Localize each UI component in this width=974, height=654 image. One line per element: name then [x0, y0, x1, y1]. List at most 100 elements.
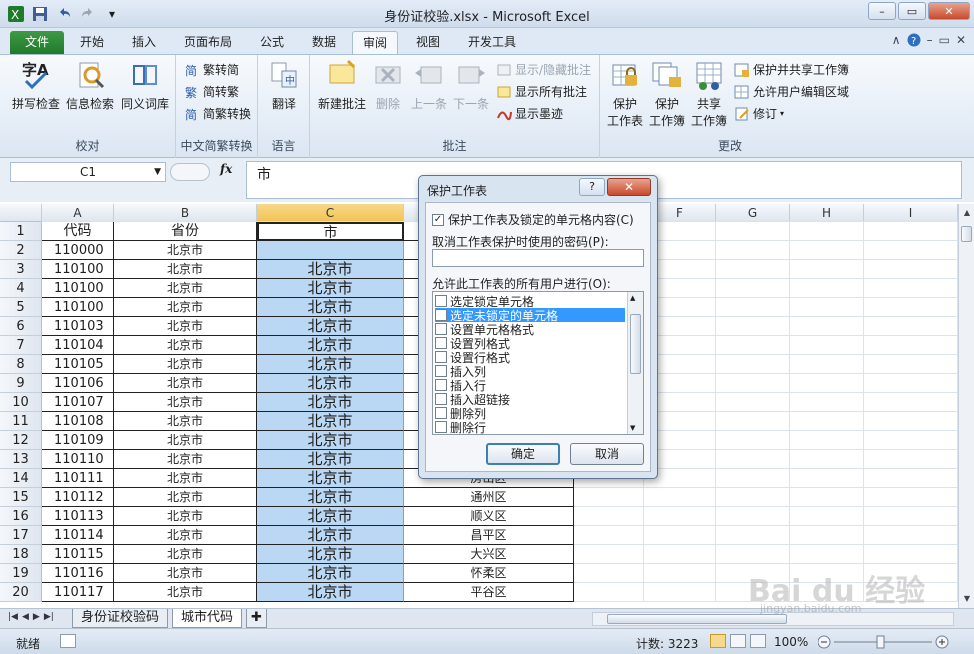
permission-checkbox[interactable] [435, 323, 447, 335]
formula-bar-resize-handle[interactable] [170, 163, 210, 181]
table-cell-code[interactable]: 110105 [42, 355, 114, 374]
table-cell-city[interactable]: 北京市 [257, 526, 404, 545]
table-cell-code[interactable]: 110100 [42, 279, 114, 298]
permission-checkbox[interactable] [435, 407, 447, 419]
protect-contents-checkbox-row[interactable]: ✓ 保护工作表及锁定的单元格内容(C) [432, 211, 634, 228]
doc-minimize-icon[interactable]: – [927, 33, 933, 50]
row-header[interactable]: 2 [0, 241, 42, 260]
table-cell-province[interactable]: 北京市 [114, 279, 257, 298]
table-cell-city[interactable] [257, 241, 404, 260]
macro-record-icon[interactable] [60, 634, 76, 648]
table-cell-province[interactable]: 北京市 [114, 336, 257, 355]
table-cell-code[interactable]: 110116 [42, 564, 114, 583]
row-header[interactable]: 14 [0, 469, 42, 488]
column-header-a[interactable]: A [42, 204, 114, 222]
delete-comment-button[interactable]: 删除 [370, 59, 406, 112]
tab-home[interactable]: 开始 [70, 31, 114, 54]
next-comment-button[interactable]: 下一条 [450, 59, 492, 112]
column-header-b[interactable]: B [114, 204, 257, 222]
minimize-button[interactable]: – [868, 2, 896, 20]
table-cell-code[interactable]: 110112 [42, 488, 114, 507]
table-cell-code[interactable]: 110104 [42, 336, 114, 355]
cancel-button[interactable]: 取消 [570, 443, 644, 465]
row-header[interactable]: 12 [0, 431, 42, 450]
table-cell-province[interactable]: 北京市 [114, 260, 257, 279]
thesaurus-button[interactable]: 同义词库 [118, 59, 172, 112]
tab-page-layout[interactable]: 页面布局 [174, 31, 242, 54]
horizontal-scroll-thumb[interactable] [607, 614, 787, 624]
password-input[interactable] [432, 249, 644, 267]
zoom-level[interactable]: 100% [774, 635, 808, 649]
row-header[interactable]: 19 [0, 564, 42, 583]
table-cell-city[interactable]: 北京市 [257, 507, 404, 526]
table-cell-city[interactable]: 北京市 [257, 374, 404, 393]
table-cell-city[interactable]: 北京市 [257, 564, 404, 583]
collapse-ribbon-icon[interactable]: ∧ [892, 33, 901, 50]
column-header-g[interactable]: G [716, 204, 790, 222]
traditional-to-simplified-button[interactable]: 简 繁转简 [184, 61, 239, 78]
table-cell-city[interactable]: 北京市 [257, 431, 404, 450]
help-icon[interactable]: ? [907, 33, 921, 50]
permissions-scroll-thumb[interactable] [630, 314, 641, 374]
table-cell-province[interactable]: 北京市 [114, 564, 257, 583]
table-cell-district[interactable]: 平谷区 [404, 583, 574, 602]
row-header[interactable]: 11 [0, 412, 42, 431]
table-cell-city[interactable]: 北京市 [257, 469, 404, 488]
protect-sheet-button[interactable]: 保护 工作表 [604, 59, 646, 129]
chinese-convert-button[interactable]: 简 简繁转换 [184, 105, 251, 122]
table-cell-district[interactable]: 大兴区 [404, 545, 574, 564]
dialog-help-button[interactable]: ? [579, 178, 605, 196]
table-cell-province[interactable]: 北京市 [114, 526, 257, 545]
dialog-close-button[interactable]: ✕ [607, 178, 651, 196]
tab-developer[interactable]: 开发工具 [458, 31, 526, 54]
page-break-view-icon[interactable] [750, 634, 766, 648]
vertical-scrollbar[interactable]: ▲ ▼ [958, 204, 974, 608]
show-all-comments-button[interactable]: 显示所有批注 [496, 83, 587, 100]
table-cell-code[interactable]: 110109 [42, 431, 114, 450]
page-layout-view-icon[interactable] [730, 634, 746, 648]
table-cell-province[interactable]: 北京市 [114, 583, 257, 602]
permission-checkbox[interactable] [435, 351, 447, 363]
row-header[interactable]: 20 [0, 583, 42, 602]
spell-check-button[interactable]: 字A 拼写检查 [10, 59, 62, 112]
table-cell-code[interactable]: 110113 [42, 507, 114, 526]
scroll-up-icon[interactable]: ▲ [960, 206, 974, 220]
table-cell-province[interactable]: 北京市 [114, 393, 257, 412]
header-cell-province[interactable]: 省份 [114, 222, 257, 241]
scroll-down-icon[interactable]: ▼ [960, 592, 974, 606]
table-cell-code[interactable]: 110100 [42, 260, 114, 279]
show-hide-comment-button[interactable]: 显示/隐藏批注 [496, 61, 591, 78]
protect-contents-checkbox[interactable]: ✓ [432, 213, 444, 226]
normal-view-icon[interactable] [710, 634, 726, 648]
permission-checkbox[interactable] [435, 295, 447, 307]
table-cell-province[interactable]: 北京市 [114, 241, 257, 260]
allow-edit-ranges-button[interactable]: 允许用户编辑区域 [734, 83, 849, 100]
table-cell-city[interactable]: 北京市 [257, 488, 404, 507]
table-cell-code[interactable]: 110117 [42, 583, 114, 602]
row-header[interactable]: 10 [0, 393, 42, 412]
table-cell-city[interactable]: 北京市 [257, 336, 404, 355]
row-header[interactable]: 9 [0, 374, 42, 393]
table-cell-province[interactable]: 北京市 [114, 355, 257, 374]
table-cell-code[interactable]: 110108 [42, 412, 114, 431]
table-cell-city[interactable]: 北京市 [257, 412, 404, 431]
tab-data[interactable]: 数据 [302, 31, 346, 54]
first-sheet-icon[interactable]: |◀ [8, 612, 18, 622]
table-cell-district[interactable]: 顺义区 [404, 507, 574, 526]
permission-checkbox[interactable]: ✓ [435, 309, 447, 321]
row-header[interactable]: 5 [0, 298, 42, 317]
row-header[interactable]: 15 [0, 488, 42, 507]
table-cell-province[interactable]: 北京市 [114, 450, 257, 469]
close-button[interactable]: ✕ [928, 2, 970, 20]
row-header[interactable]: 1 [0, 222, 42, 241]
table-cell-city[interactable]: 北京市 [257, 317, 404, 336]
tab-view[interactable]: 视图 [406, 31, 450, 54]
table-cell-code[interactable]: 110107 [42, 393, 114, 412]
zoom-slider[interactable] [817, 634, 950, 650]
share-workbook-button[interactable]: 共享 工作簿 [688, 59, 730, 129]
table-cell-district[interactable]: 昌平区 [404, 526, 574, 545]
row-header[interactable]: 16 [0, 507, 42, 526]
row-header[interactable]: 17 [0, 526, 42, 545]
table-cell-province[interactable]: 北京市 [114, 431, 257, 450]
column-header-h[interactable]: H [790, 204, 864, 222]
